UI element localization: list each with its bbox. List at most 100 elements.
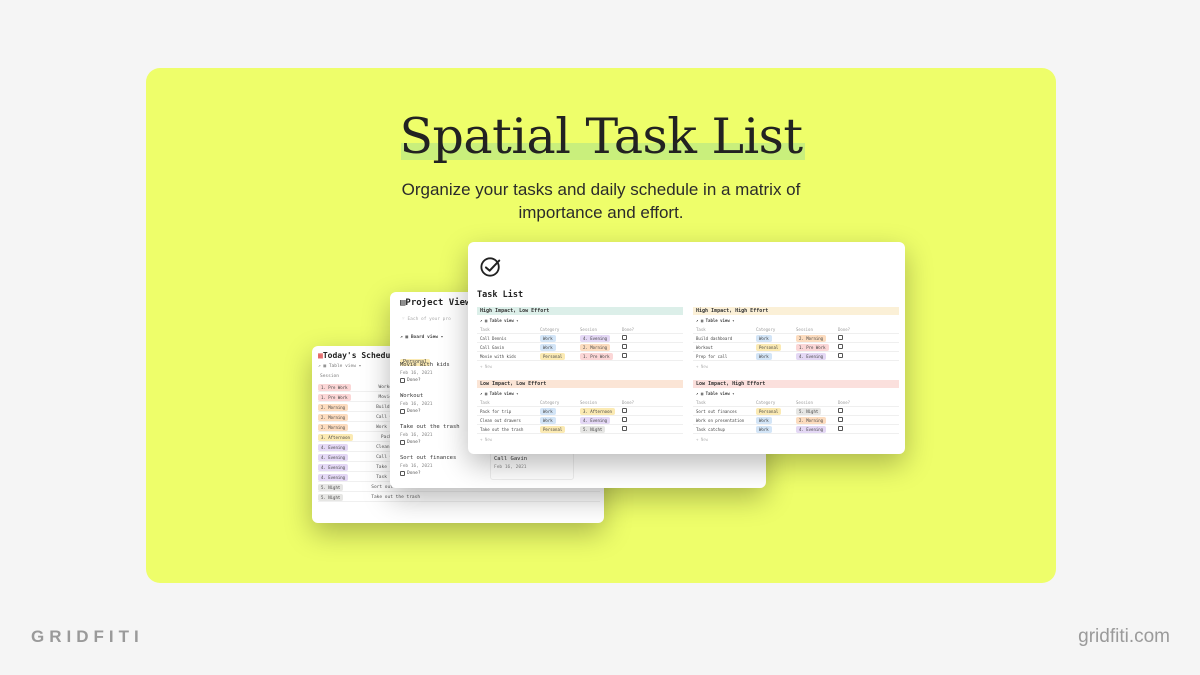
session-tag: 2. Morning — [318, 423, 349, 431]
task-row[interactable]: Call Dennis Work 4. Evening — [477, 334, 683, 343]
board-card-done[interactable]: Done? — [400, 440, 478, 445]
new-row-button[interactable]: + New — [477, 434, 683, 445]
hand-icon: ☞ — [402, 317, 405, 322]
checkbox[interactable] — [400, 409, 405, 414]
checkbox[interactable] — [400, 378, 405, 383]
board-card-date: Feb 16, 2021 — [400, 402, 433, 407]
done-checkbox[interactable] — [838, 335, 843, 340]
task-row[interactable]: Workout Personal 1. Pre Work — [693, 343, 899, 352]
category-tag: Work — [756, 352, 772, 360]
session-tag: 4. Evening — [318, 463, 349, 471]
task-row[interactable]: Work on presentation Work 2. Morning — [693, 416, 899, 425]
task-row[interactable]: Clean out drawers Work 4. Evening — [477, 416, 683, 425]
task-name: Call Gavin — [480, 344, 505, 350]
schedule-task: Take out the trash — [371, 494, 421, 500]
task-name: Clean out drawers — [480, 417, 521, 423]
new-row-button[interactable]: + New — [693, 434, 899, 445]
quadrant-view-toggle[interactable]: ↗ ▦ Table view ▾ — [696, 391, 899, 396]
session-tag: 2. Morning — [318, 403, 349, 411]
hero-title: Spatial Task List — [399, 108, 805, 165]
board-card-name: Take out the trash — [400, 424, 460, 430]
board-card-done[interactable]: Done? — [400, 378, 478, 383]
task-name: Task catchup — [696, 426, 725, 432]
quadrant-view-toggle[interactable]: ↗ ▦ Table view ▾ — [480, 318, 683, 323]
task-row[interactable]: Task catchup Work 4. Evening — [693, 425, 899, 434]
session-tag: 4. Evening — [796, 352, 827, 360]
session-tag: 3. Afternoon — [580, 407, 615, 415]
category-tag: Work — [756, 334, 772, 342]
checkbox[interactable] — [400, 471, 405, 476]
task-name: Take out the trash — [480, 426, 524, 432]
task-row[interactable]: Prep for call Work 4. Evening — [693, 352, 899, 361]
done-checkbox[interactable] — [838, 426, 843, 431]
quadrant-view-toggle[interactable]: ↗ ▦ Table view ▾ — [696, 318, 899, 323]
checkbox[interactable] — [400, 440, 405, 445]
task-row[interactable]: Movie with kids Personal 1. Pre Work — [477, 352, 683, 361]
schedule-title: ▦Today's Schedule — [318, 351, 400, 360]
task-name: Build dashboard — [696, 335, 733, 341]
task-name: Workout — [696, 344, 713, 350]
board-card-side[interactable]: Call Gavin Feb 16, 2021 — [490, 452, 574, 480]
board-card-done[interactable]: Done? — [400, 471, 478, 476]
check-circle-icon — [480, 257, 501, 277]
done-checkbox[interactable] — [622, 344, 627, 349]
session-tag: 4. Evening — [580, 334, 611, 342]
task-name: Pack for trip — [480, 408, 512, 414]
task-row[interactable]: Build dashboard Work 2. Morning — [693, 334, 899, 343]
done-checkbox[interactable] — [622, 426, 627, 431]
done-checkbox[interactable] — [622, 335, 627, 340]
session-tag: 2. Morning — [580, 343, 611, 351]
board-card[interactable]: Sort out finances Feb 16, 2021 Done? — [400, 455, 478, 476]
session-tag: 2. Morning — [796, 416, 827, 424]
board-card[interactable]: Movie with kids Feb 16, 2021 Done? — [400, 362, 478, 383]
quadrant-view-toggle[interactable]: ↗ ▦ Table view ▾ — [480, 391, 683, 396]
project-view-toggle[interactable]: ↗ ▦ Board view ▾ — [400, 335, 443, 340]
quadrant-header: Task Category Session Done? — [693, 398, 899, 407]
quadrant-title: High Impact, Low Effort — [477, 307, 683, 315]
new-row-button[interactable]: + New — [693, 361, 899, 372]
board-card[interactable]: Workout Feb 16, 2021 Done? — [400, 393, 478, 414]
done-checkbox[interactable] — [838, 408, 843, 413]
board-card[interactable]: Take out the trash Feb 16, 2021 Done? — [400, 424, 478, 445]
done-checkbox[interactable] — [838, 344, 843, 349]
session-tag: 2. Morning — [796, 334, 827, 342]
quadrant-header: Task Category Session Done? — [693, 325, 899, 334]
board-card-name: Movie with kids — [400, 362, 450, 368]
done-checkbox[interactable] — [838, 417, 843, 422]
quadrant-title: High Impact, High Effort — [693, 307, 899, 315]
category-tag: Personal — [756, 407, 782, 415]
session-tag: 4. Evening — [318, 473, 349, 481]
session-tag: 4. Evening — [580, 416, 611, 424]
session-tag: 1. Pre Work — [318, 393, 351, 401]
task-row[interactable]: Call Gavin Work 2. Morning — [477, 343, 683, 352]
session-tag: 1. Pre Work — [796, 343, 829, 351]
board-card-side-name: Call Gavin — [494, 456, 528, 462]
task-list-title: Task List — [477, 290, 524, 300]
category-tag: Personal — [540, 425, 566, 433]
session-tag: 1. Pre Work — [318, 383, 351, 391]
board-card-name: Sort out finances — [400, 455, 457, 461]
schedule-view-toggle[interactable]: ↗ ▦ Table view ▾ — [318, 364, 361, 369]
session-tag: 5. Night — [580, 425, 606, 433]
done-checkbox[interactable] — [622, 417, 627, 422]
done-checkbox[interactable] — [622, 408, 627, 413]
task-name: Call Dennis — [480, 335, 507, 341]
task-row[interactable]: Take out the trash Personal 5. Night — [477, 425, 683, 434]
task-row[interactable]: Sort out finances Personal 5. Night — [693, 407, 899, 416]
board-card-done[interactable]: Done? — [400, 409, 478, 414]
task-quadrant: High Impact, High Effort ↗ ▦ Table view … — [693, 307, 899, 372]
category-tag: Work — [756, 425, 772, 433]
session-tag: 4. Evening — [318, 453, 349, 461]
session-tag: 5. Night — [318, 493, 344, 501]
session-tag: 4. Evening — [796, 425, 827, 433]
category-tag: Work — [540, 343, 556, 351]
task-row[interactable]: Pack for trip Work 3. Afternoon — [477, 407, 683, 416]
schedule-row[interactable]: 5. Night Take out the trash — [318, 493, 600, 502]
task-name: Movie with kids — [480, 353, 517, 359]
task-quadrant: Low Impact, High Effort ↗ ▦ Table view ▾… — [693, 380, 899, 445]
new-row-button[interactable]: + New — [477, 361, 683, 372]
session-tag: 3. Afternoon — [318, 433, 353, 441]
brand-url[interactable]: gridfiti.com — [1078, 626, 1170, 648]
done-checkbox[interactable] — [838, 353, 843, 358]
done-checkbox[interactable] — [622, 353, 627, 358]
